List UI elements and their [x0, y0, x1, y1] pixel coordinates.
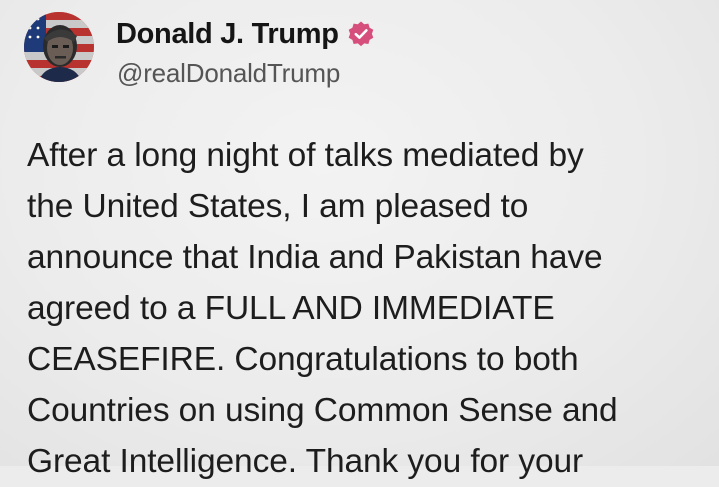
post-text-line: announce that India and Pakistan have — [27, 239, 603, 276]
verified-badge-icon — [347, 20, 375, 48]
social-post: Donald J. Trump @realDonaldTrump After a… — [0, 0, 719, 480]
post-text-line: agreed to a FULL AND IMMEDIATE — [27, 290, 555, 327]
post-body-text: After a long night of talks mediated by … — [27, 130, 707, 487]
avatar-portrait-image — [24, 12, 94, 82]
post-text-line: the United States, I am pleased to — [27, 188, 529, 225]
post-text-line: After a long night of talks mediated by — [27, 137, 584, 174]
author-name-row: Donald J. Trump — [116, 16, 375, 52]
author-handle[interactable]: @realDonaldTrump — [117, 58, 340, 89]
author-avatar[interactable] — [24, 12, 94, 82]
post-text-line: Countries on using Common Sense and — [27, 392, 618, 429]
author-display-name[interactable]: Donald J. Trump — [116, 18, 339, 51]
post-text-line: Great Intelligence. Thank you for your — [27, 443, 584, 480]
post-text-line: CEASEFIRE. Congratulations to both — [27, 341, 579, 378]
